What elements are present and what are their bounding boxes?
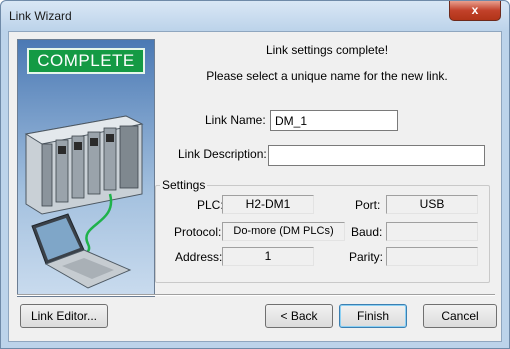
- protocol-label: Protocol:: [174, 225, 222, 239]
- back-button[interactable]: < Back: [265, 304, 333, 328]
- complete-banner: COMPLETE: [27, 48, 145, 74]
- parity-value: [386, 247, 478, 266]
- address-label: Address:: [175, 250, 223, 264]
- button-separator: [17, 294, 495, 296]
- plc-value: H2-DM1: [222, 195, 314, 214]
- plc-laptop-illustration: [24, 115, 144, 289]
- link-description-input[interactable]: [268, 145, 485, 166]
- close-icon: x: [471, 3, 479, 17]
- link-editor-button[interactable]: Link Editor...: [20, 304, 108, 328]
- baud-value: [386, 222, 478, 241]
- plc-rack-icon: [24, 115, 144, 215]
- title-bar[interactable]: Link Wizard x: [1, 1, 509, 31]
- close-button[interactable]: x: [449, 1, 501, 21]
- protocol-value: Do-more (DM PLCs): [222, 222, 345, 241]
- wizard-illustration: COMPLETE: [17, 39, 155, 297]
- finish-button[interactable]: Finish: [339, 304, 407, 328]
- address-value: 1: [222, 247, 314, 266]
- port-value: USB: [386, 195, 478, 214]
- link-description-label: Link Description:: [178, 147, 267, 161]
- dialog-body: COMPLETE Link settings complete! Please …: [8, 31, 502, 342]
- completion-heading: Link settings complete!: [265, 43, 389, 57]
- instruction-text: Please select a unique name for the new …: [206, 69, 448, 83]
- settings-group-title: Settings: [160, 178, 208, 192]
- link-name-input[interactable]: [270, 110, 398, 131]
- baud-label: Baud:: [351, 225, 383, 239]
- cancel-button[interactable]: Cancel: [423, 304, 497, 328]
- window-title: Link Wizard: [9, 9, 72, 23]
- parity-label: Parity:: [349, 250, 384, 264]
- port-label: Port:: [355, 198, 381, 212]
- laptop-icon: [31, 213, 132, 289]
- plc-label: PLC:: [197, 198, 224, 212]
- link-wizard-window: Link Wizard x COMPLETE Link settings com…: [0, 0, 510, 349]
- link-name-label: Link Name:: [205, 113, 266, 127]
